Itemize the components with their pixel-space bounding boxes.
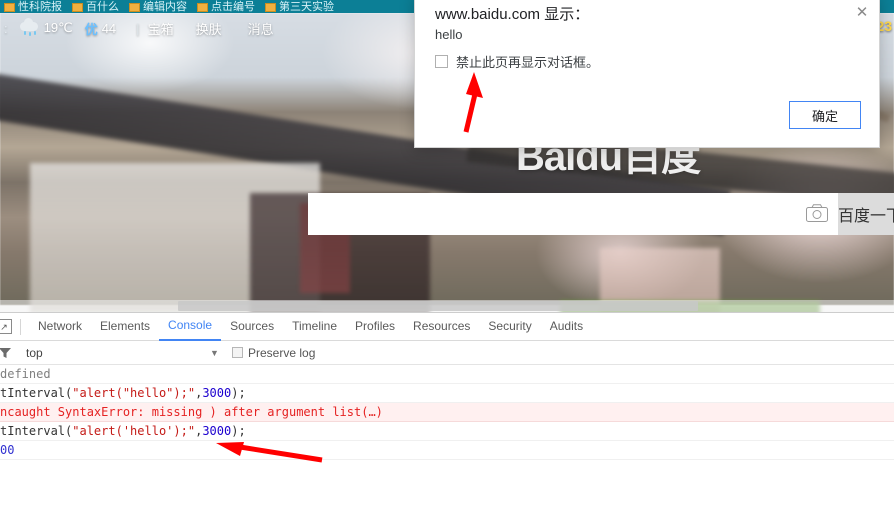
code-token: ); xyxy=(231,424,246,438)
tab-timeline[interactable]: Timeline xyxy=(283,313,346,340)
code-token-number: 3000 xyxy=(202,424,232,438)
devtools-tabbar: ↗ Network Elements Console Sources Timel… xyxy=(0,313,894,341)
bookmark-label: 第三天实验 xyxy=(279,1,334,13)
code-token-number: 3000 xyxy=(202,386,232,400)
bookmark-item[interactable]: 点击编号 xyxy=(197,2,255,13)
tab-network[interactable]: Network xyxy=(29,313,91,340)
inspect-element-icon[interactable]: ↗ xyxy=(0,319,12,334)
folder-icon xyxy=(265,3,276,12)
tab-console[interactable]: Console xyxy=(159,312,222,341)
bookmark-label: 性科院报 xyxy=(18,1,62,13)
folder-icon xyxy=(4,3,15,12)
console-filter-bar: top ▼ Preserve log xyxy=(0,341,894,365)
bookmark-item[interactable]: 第三天实验 xyxy=(265,2,334,13)
bookmark-label: 百什么 xyxy=(86,1,119,13)
bar-colon: : xyxy=(4,20,8,36)
aqi-quality-label: 优 xyxy=(84,21,98,37)
folder-icon xyxy=(72,3,83,12)
chevron-down-icon[interactable]: ▼ xyxy=(210,348,219,358)
link-xiaoxi[interactable]: 消息 xyxy=(248,19,274,38)
temperature-text: 19℃ xyxy=(43,20,73,35)
page-horizontal-scrollbar[interactable] xyxy=(0,300,894,312)
dialog-checkbox-row[interactable]: 禁止此页再显示对话框。 xyxy=(435,52,599,71)
folder-icon xyxy=(197,3,208,12)
console-input-line[interactable]: tInterval("alert("hello");",3000); xyxy=(0,384,894,403)
link-baoxiang[interactable]: 宝箱 xyxy=(148,19,174,38)
tab-resources[interactable]: Resources xyxy=(404,313,479,340)
bar-separator: | xyxy=(136,20,140,36)
execution-context-select[interactable]: top xyxy=(26,346,43,360)
console-log-list[interactable]: defined tInterval("alert("hello");",3000… xyxy=(0,365,894,460)
toolbar-divider xyxy=(20,318,21,335)
code-token-string: "alert('hello');" xyxy=(72,424,196,438)
bookmark-label: 点击编号 xyxy=(211,1,255,13)
bookmark-label: 编辑内容 xyxy=(143,1,187,13)
tab-sources[interactable]: Sources xyxy=(221,313,283,340)
console-return-value-line: 00 xyxy=(0,441,894,460)
bookmark-item[interactable]: 编辑内容 xyxy=(129,2,187,13)
scrollbar-thumb[interactable] xyxy=(178,301,698,311)
filter-funnel-icon[interactable] xyxy=(0,347,12,359)
preserve-log-label: Preserve log xyxy=(248,345,316,360)
code-token: ); xyxy=(231,386,246,400)
dialog-title: www.baidu.com 显示： xyxy=(435,6,590,23)
cloud-rain-icon xyxy=(19,18,40,36)
tab-elements[interactable]: Elements xyxy=(91,313,159,340)
search-input[interactable] xyxy=(308,193,838,235)
bookmark-item[interactable]: 百什么 xyxy=(72,2,119,13)
preserve-log-toggle[interactable]: Preserve log xyxy=(232,346,315,360)
folder-icon xyxy=(129,3,140,12)
dialog-message: hello xyxy=(435,27,463,42)
code-token-string: "alert("hello");" xyxy=(72,386,196,400)
suppress-dialogs-checkbox[interactable] xyxy=(435,55,448,68)
suppress-dialogs-label[interactable]: 禁止此页再显示对话框。 xyxy=(456,52,599,71)
tab-security[interactable]: Security xyxy=(479,313,540,340)
devtools-panel: ↗ Network Elements Console Sources Timel… xyxy=(0,312,894,505)
ok-button[interactable]: 确定 xyxy=(789,101,861,129)
console-input-line[interactable]: tInterval("alert('hello');",3000); xyxy=(0,422,894,441)
bookmark-item[interactable]: 性科院报 xyxy=(4,2,62,13)
camera-icon[interactable] xyxy=(806,204,828,222)
search-button[interactable]: 百度一下 xyxy=(838,193,894,235)
link-huanfu[interactable]: 换肤 xyxy=(196,19,222,38)
tab-profiles[interactable]: Profiles xyxy=(346,313,404,340)
code-token: tInterval( xyxy=(0,386,73,400)
code-token: tInterval( xyxy=(0,424,73,438)
tab-audits[interactable]: Audits xyxy=(541,313,592,340)
console-result-line: defined xyxy=(0,365,894,384)
aqi-value: 44 xyxy=(101,20,117,36)
console-error-line[interactable]: ncaught SyntaxError: missing ) after arg… xyxy=(0,403,894,422)
preserve-log-checkbox[interactable] xyxy=(232,347,243,358)
javascript-alert-dialog: ✕ www.baidu.com 显示： hello 禁止此页再显示对话框。 确定 xyxy=(414,0,880,148)
close-icon[interactable]: ✕ xyxy=(855,5,869,20)
